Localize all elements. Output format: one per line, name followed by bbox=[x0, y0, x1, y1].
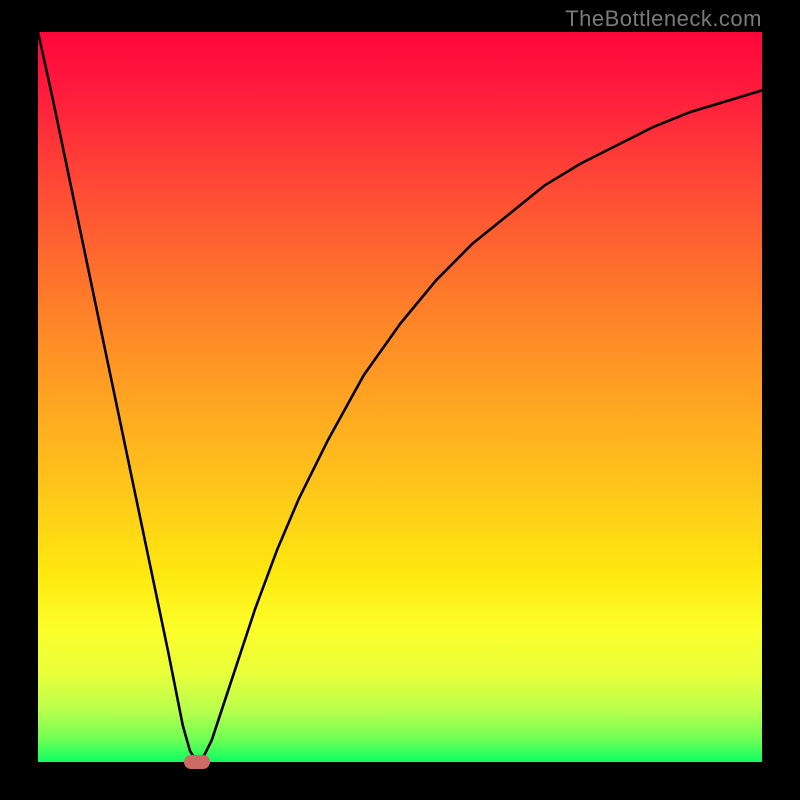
min-marker bbox=[184, 755, 210, 769]
chart-svg bbox=[38, 32, 762, 762]
chart-frame: TheBottleneck.com bbox=[0, 0, 800, 800]
curve-path bbox=[38, 32, 762, 762]
watermark-text: TheBottleneck.com bbox=[565, 6, 762, 32]
plot-area bbox=[38, 32, 762, 762]
